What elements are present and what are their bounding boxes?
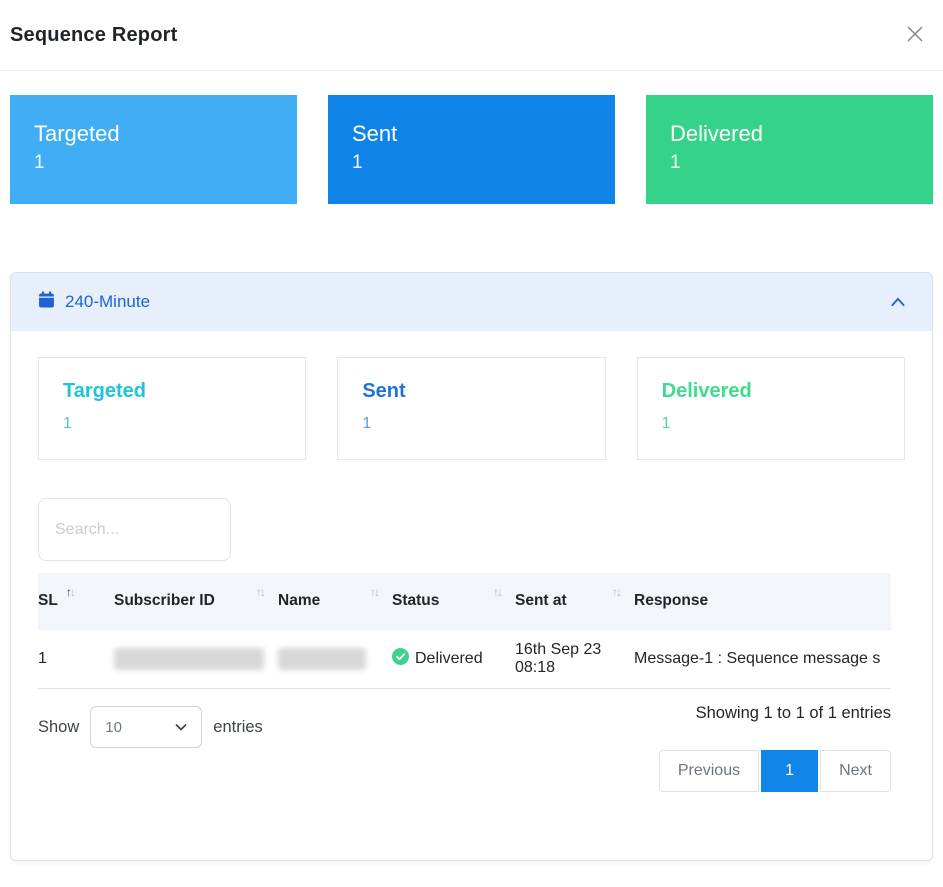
column-header-status[interactable]: Status ↑↓ — [392, 592, 515, 610]
redacted-subscriber-id — [114, 648, 264, 670]
column-header-name[interactable]: Name ↑↓ — [278, 592, 392, 610]
stat-card-value: 1 — [63, 415, 281, 433]
modal-header: Sequence Report — [0, 0, 943, 71]
close-icon — [904, 23, 926, 48]
chevron-down-icon — [173, 719, 189, 735]
stat-card-label: Delivered — [662, 380, 880, 403]
stat-card-label: Targeted — [63, 380, 281, 403]
summary-card-label: Delivered — [670, 121, 909, 147]
page-size-control: Show 10 entries — [38, 706, 263, 748]
calendar-icon — [38, 291, 55, 313]
status-text: Delivered — [415, 650, 483, 668]
summary-card-delivered: Delivered 1 — [646, 95, 933, 204]
stat-card-value: 1 — [662, 415, 880, 433]
stat-card-value: 1 — [362, 415, 580, 433]
summary-card-value: 1 — [352, 152, 591, 174]
sort-icon[interactable]: ↑↓ — [66, 585, 74, 599]
page-size-value: 10 — [105, 719, 122, 736]
report-table: SL ↑↓ Subscriber ID ↑↓ Name ↑↓ Status ↑↓… — [38, 573, 891, 689]
summary-card-targeted: Targeted 1 — [10, 95, 297, 204]
stat-card-label: Sent — [362, 380, 580, 403]
stat-card-sent: Sent 1 — [337, 357, 605, 460]
previous-page-button[interactable]: Previous — [659, 750, 759, 792]
table-header-row: SL ↑↓ Subscriber ID ↑↓ Name ↑↓ Status ↑↓… — [38, 573, 891, 629]
chevron-up-icon[interactable] — [888, 292, 908, 312]
section-title: 240-Minute — [65, 292, 150, 312]
summary-card-label: Targeted — [34, 121, 273, 147]
column-header-sl[interactable]: SL ↑↓ — [38, 592, 114, 610]
stat-card-delivered: Delivered 1 — [637, 357, 905, 460]
table-row: 1 Delivered 16th Sep 23 08:1 — [38, 629, 891, 689]
page-title: Sequence Report — [10, 24, 177, 47]
column-label: Status — [392, 592, 439, 610]
column-label: Subscriber ID — [114, 592, 215, 610]
column-header-response[interactable]: Response — [634, 592, 891, 610]
sort-icon[interactable]: ↑↓ — [256, 585, 264, 599]
current-page-button[interactable]: 1 — [761, 750, 818, 792]
column-label: Name — [278, 592, 320, 610]
summary-card-label: Sent — [352, 121, 591, 147]
cell-status: Delivered — [392, 648, 515, 670]
inner-stat-cards-row: Targeted 1 Sent 1 Delivered 1 — [38, 357, 905, 460]
check-circle-icon — [392, 648, 409, 670]
show-label: Show — [38, 718, 79, 737]
page-size-select[interactable]: 10 — [90, 706, 202, 748]
column-header-sent-at[interactable]: Sent at ↑↓ — [515, 592, 634, 610]
entries-label: entries — [213, 718, 263, 737]
pagination: Previous 1 Next — [659, 750, 891, 792]
showing-entries-text: Showing 1 to 1 of 1 entries — [696, 704, 891, 723]
summary-cards-row: Targeted 1 Sent 1 Delivered 1 — [10, 95, 933, 204]
summary-card-value: 1 — [34, 152, 273, 174]
column-label: Response — [634, 592, 708, 610]
column-label: Sent at — [515, 592, 567, 610]
sort-icon[interactable]: ↑↓ — [612, 585, 620, 599]
cell-name — [278, 648, 392, 670]
cell-sl: 1 — [38, 650, 114, 668]
cell-sent-at: 16th Sep 23 08:18 — [515, 641, 634, 677]
redacted-name — [278, 648, 366, 670]
section-body: Targeted 1 Sent 1 Delivered 1 SL ↑↓ — [11, 331, 932, 860]
section-header-240-minute[interactable]: 240-Minute — [11, 273, 932, 331]
footer-right: Showing 1 to 1 of 1 entries Previous 1 N… — [659, 706, 891, 792]
sequence-section-panel: 240-Minute Targeted 1 Sent 1 Delivered 1 — [10, 272, 933, 861]
table-footer: Show 10 entries Showing 1 to 1 of 1 entr… — [38, 706, 891, 792]
next-page-button[interactable]: Next — [820, 750, 891, 792]
column-label: SL — [38, 592, 58, 610]
cell-subscriber-id — [114, 648, 278, 670]
cell-response: Message-1 : Sequence message s — [634, 650, 891, 668]
summary-card-sent: Sent 1 — [328, 95, 615, 204]
sort-icon[interactable]: ↑↓ — [493, 585, 501, 599]
sort-icon[interactable]: ↑↓ — [370, 585, 378, 599]
close-button[interactable] — [901, 21, 929, 49]
stat-card-targeted: Targeted 1 — [38, 357, 306, 460]
column-header-subscriber-id[interactable]: Subscriber ID ↑↓ — [114, 592, 278, 610]
search-input[interactable] — [38, 498, 231, 561]
summary-card-value: 1 — [670, 152, 909, 174]
